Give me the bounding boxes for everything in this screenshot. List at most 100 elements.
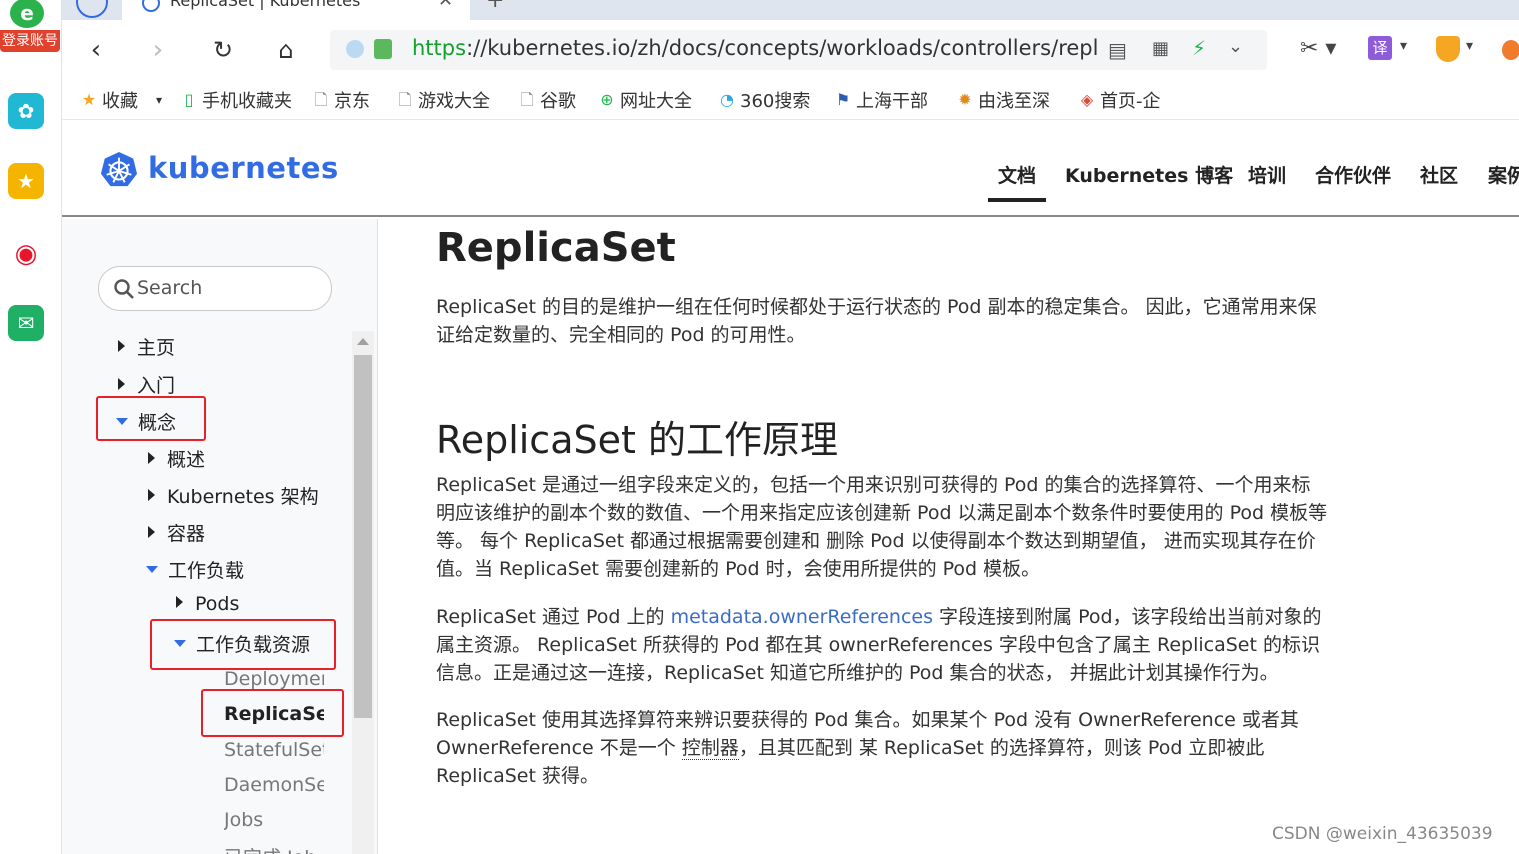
main-content: ReplicaSet ReplicaSet 的目的是维护一组在任何时候都处于运行…	[436, 219, 1519, 854]
docs-sidebar: Search 主页 入门 概念 概述 Kubernetes 架构 容器 工作负载…	[62, 219, 378, 854]
scrollbar-thumb[interactable]	[354, 355, 372, 718]
secure-lock-icon[interactable]	[374, 39, 392, 59]
address-toolbar: ‹ › ↻ ⌂ https://kubernetes.io/zh/docs/co…	[62, 20, 1519, 80]
home-button[interactable]: ⌂	[270, 34, 302, 66]
bookmark-homepage[interactable]: ◈ 首页-企	[1078, 88, 1160, 112]
controller-glossary-link[interactable]: 控制器	[681, 737, 739, 760]
scroll-up-arrow-icon[interactable]	[357, 338, 369, 345]
reader-mode-icon[interactable]: ▤	[1108, 38, 1127, 62]
browser-window: e 登录账号 ✿ ★ ◉ ✉ ReplicaSet | Kubernetes ✕…	[0, 0, 1519, 854]
bookmark-shanghai[interactable]: ⚑ 上海干部	[834, 88, 928, 112]
paragraph-selector: ReplicaSet 使用其选择算符来辨识要获得的 Pod 集合。如果某个 Po…	[436, 709, 1299, 787]
site-header: kubernetes 文档 Kubernetes 博客 培训 合作伙伴 社区 案…	[62, 121, 1519, 217]
speed-mode-icon[interactable]: ⚡	[1192, 36, 1206, 60]
tab-strip: ReplicaSet | Kubernetes ✕ +	[62, 0, 1519, 20]
qr-code-icon[interactable]: ▦	[1152, 38, 1169, 59]
tab-close-icon[interactable]: ✕	[438, 0, 453, 11]
sidebar-item-getting-started[interactable]: 入门	[118, 371, 175, 398]
translate-icon[interactable]: 译	[1368, 36, 1392, 60]
address-dropdown-icon[interactable]: ⌄	[1228, 36, 1243, 57]
sidebar-item-jobs[interactable]: Jobs	[224, 809, 324, 831]
site-logo-text[interactable]: kubernetes	[148, 151, 339, 185]
sidebar-item-finished-jobs[interactable]: 已完成 Job	[224, 843, 324, 854]
address-bar[interactable]: https://kubernetes.io/zh/docs/concepts/w…	[330, 30, 1267, 70]
caret-down-icon	[146, 566, 158, 573]
sidebar-item-daemonset[interactable]: DaemonSet	[224, 774, 324, 796]
browser-logo-icon[interactable]: e	[10, 0, 44, 28]
highlight-box-concepts	[96, 396, 206, 441]
highlight-box-workload-resources	[150, 619, 336, 670]
highlight-box-replicaset	[201, 689, 344, 737]
caret-right-icon	[176, 596, 183, 608]
bookmark-jd[interactable]: 🗋 京东	[312, 88, 370, 112]
site-info-icon[interactable]	[346, 40, 364, 58]
caret-right-icon	[148, 489, 155, 501]
weibo-icon[interactable]: ◉	[8, 236, 44, 272]
tab-active[interactable]: ReplicaSet | Kubernetes ✕	[122, 0, 470, 20]
paragraph-owner-references: ReplicaSet 通过 Pod 上的 metadata.ownerRefer…	[436, 606, 1322, 684]
bookmarks-bar: ★ 收藏 ▾ ▯ 手机收藏夹 🗋 京东 🗋 游戏大全 🗋 谷歌 ⊕ 网址大全 ◔ 360搜索 ⚑…	[62, 80, 1519, 120]
section-heading: ReplicaSet 的工作原理	[436, 418, 838, 462]
back-button[interactable]: ‹	[80, 34, 112, 66]
page-title: ReplicaSet	[436, 225, 676, 271]
sidebar-scrollbar[interactable]	[352, 331, 374, 854]
tab-title: ReplicaSet | Kubernetes	[170, 0, 361, 10]
bookmark-games[interactable]: 🗋 游戏大全	[396, 88, 492, 112]
gear-badge-icon: ✹	[958, 90, 972, 109]
bookmark-google[interactable]: 🗋 谷歌	[518, 88, 576, 112]
bookmark-mobile[interactable]: ▯ 手机收藏夹	[180, 88, 292, 112]
chevron-down-icon[interactable]: ▾	[156, 93, 162, 107]
sidebar-item-workloads[interactable]: 工作负载	[146, 556, 244, 583]
kubernetes-logo-icon[interactable]	[100, 151, 138, 189]
csdn-watermark: CSDN @weixin_43635039	[1272, 824, 1493, 844]
bookmark-shallow-deep[interactable]: ✹ 由浅至深	[956, 88, 1050, 112]
bookmark-url-directory[interactable]: ⊕ 网址大全	[598, 88, 692, 112]
nav-training[interactable]: 培训	[1248, 161, 1286, 188]
sidebar-item-pods[interactable]: Pods	[176, 593, 239, 615]
wallet-dropdown-icon[interactable]: ▾	[1466, 38, 1473, 54]
caret-right-icon	[118, 340, 125, 352]
sidebar-item-statefulsets[interactable]: StatefulSets	[224, 739, 324, 761]
tab-favicon-icon	[142, 0, 160, 12]
assistant-app-icon[interactable]: ✿	[8, 93, 44, 129]
new-tab-icon[interactable]: +	[486, 0, 504, 13]
search-icon	[114, 279, 134, 299]
shield-wallet-icon[interactable]	[1436, 36, 1460, 62]
flag-icon: ⚑	[835, 90, 851, 109]
forward-button[interactable]: ›	[142, 34, 174, 66]
sidebar-item-containers[interactable]: 容器	[148, 519, 205, 546]
nav-partners[interactable]: 合作伙伴	[1315, 161, 1391, 188]
bookmark-favorites[interactable]: ★ 收藏 ▾	[80, 88, 162, 112]
search-input[interactable]: Search	[98, 266, 332, 311]
plus-circle-icon: ⊕	[600, 90, 614, 109]
translate-dropdown-icon[interactable]: ▾	[1400, 38, 1407, 54]
nav-community[interactable]: 社区	[1420, 161, 1458, 188]
phone-icon: ▯	[184, 90, 194, 109]
app-sidebar: e 登录账号 ✿ ★ ◉ ✉	[0, 0, 62, 854]
page-icon: 🗋	[314, 90, 328, 109]
star-icon: ★	[81, 90, 97, 109]
mail-icon[interactable]: ✉	[8, 305, 44, 341]
login-account-badge[interactable]: 登录账号	[0, 30, 60, 52]
page-icon: 🗋	[398, 90, 412, 109]
sidebar-item-overview[interactable]: 概述	[148, 445, 205, 472]
page-icon: 🗋	[520, 90, 534, 109]
extension-icon[interactable]	[1502, 40, 1519, 60]
sidebar-item-architecture[interactable]: Kubernetes 架构	[148, 482, 319, 509]
sidebar-item-deployments[interactable]: Deployments	[224, 668, 324, 690]
owner-references-link[interactable]: metadata.ownerReferences	[671, 606, 933, 628]
caret-right-icon	[118, 378, 125, 390]
reload-button[interactable]: ↻	[207, 34, 239, 66]
nav-case-studies[interactable]: 案例	[1488, 161, 1519, 188]
nav-blog[interactable]: Kubernetes 博客	[1065, 161, 1233, 188]
screenshot-scissors-icon[interactable]: ✂ ▾	[1300, 36, 1336, 61]
bookmark-360-search[interactable]: ◔ 360搜索	[718, 88, 810, 112]
url-text[interactable]: https://kubernetes.io/zh/docs/concepts/w…	[412, 36, 1098, 60]
nav-docs[interactable]: 文档	[998, 161, 1036, 188]
paragraph-definition: ReplicaSet 是通过一组字段来定义的，包括一个用来识别可获得的 Pod …	[436, 474, 1328, 580]
tab-home-icon[interactable]	[76, 0, 108, 18]
intro-paragraph: ReplicaSet 的目的是维护一组在任何时候都处于运行状态的 Pod 副本的…	[436, 296, 1317, 346]
favorites-app-icon[interactable]: ★	[8, 163, 44, 199]
diamond-icon: ◈	[1080, 90, 1094, 109]
sidebar-item-home[interactable]: 主页	[118, 333, 175, 360]
